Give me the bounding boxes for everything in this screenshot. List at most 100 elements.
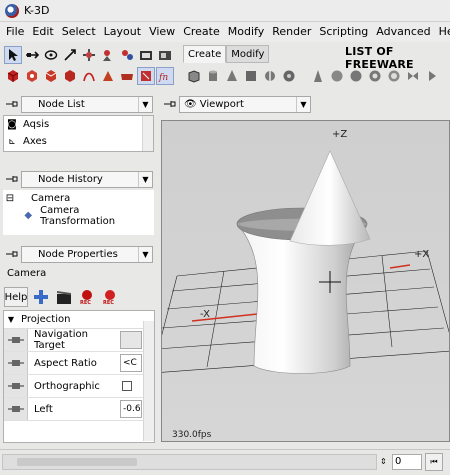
panel-type-select[interactable]: Node Properties ▼ [21, 245, 153, 263]
connector-plug-icon[interactable] [4, 352, 28, 374]
property-scrollbar[interactable] [143, 321, 154, 441]
property-row: Aspect Ratio <C [4, 352, 154, 375]
tab-create[interactable]: Create [183, 45, 227, 63]
node-list-scrollbar[interactable] [142, 116, 153, 151]
menu-create[interactable]: Create [179, 22, 224, 42]
node-list-header: Node List ▼ [3, 95, 155, 113]
menu-advanced[interactable]: Advanced [372, 22, 434, 42]
camera-select-icon[interactable] [156, 46, 174, 64]
torus-icon[interactable] [261, 67, 279, 85]
property-row: Left -0.6 [4, 398, 154, 421]
create-toolbar: fn [4, 65, 174, 87]
scale-icon[interactable] [61, 46, 79, 64]
app-window: K-3D File Edit Select Layout View Create… [0, 0, 450, 475]
record-icon[interactable]: REC [100, 287, 120, 307]
arrow-right-icon[interactable] [423, 67, 441, 85]
tab-modify[interactable]: Modify [226, 45, 270, 63]
aspect-ratio-field[interactable]: <C [120, 354, 142, 372]
help-button[interactable]: Help [4, 287, 28, 307]
cube-icon[interactable] [185, 67, 203, 85]
light-icon[interactable] [99, 67, 117, 85]
panel-type-select[interactable]: Node List ▼ [21, 95, 153, 113]
section-header[interactable]: ▼ Projection [4, 311, 154, 329]
sphere-primitive-icon[interactable] [328, 67, 346, 85]
toolbar-tabs: Create Modify [183, 45, 270, 63]
connector-plug-icon[interactable] [4, 398, 28, 420]
curve-icon[interactable] [80, 67, 98, 85]
menu-scripting[interactable]: Scripting [315, 22, 372, 42]
add-icon[interactable] [31, 287, 51, 307]
property-row: Orthographic [4, 375, 154, 398]
orthographic-checkbox[interactable] [122, 381, 132, 391]
paraboloid-icon[interactable] [366, 67, 384, 85]
tree-item-label: Camera [31, 193, 71, 204]
navigation-target-field[interactable] [120, 331, 142, 349]
tree-item-label: Camera Transformation [40, 204, 116, 227]
collapse-icon[interactable]: ⊟ [3, 193, 17, 204]
menu-view[interactable]: View [145, 22, 179, 42]
disk-icon[interactable] [280, 67, 298, 85]
select-arrow-icon[interactable] [4, 46, 22, 64]
pin-icon[interactable] [3, 96, 21, 112]
properties-toolbar: Help REC REC [4, 287, 120, 307]
spin-arrows-icon[interactable]: ⇕ [380, 454, 390, 470]
pin-icon[interactable] [3, 246, 21, 262]
property-label: Navigation Target [34, 329, 88, 351]
pos-z-label: +Z [332, 129, 347, 140]
tree-item[interactable]: ◆ Camera Transformation [3, 204, 154, 227]
title-bar: K-3D [0, 0, 450, 22]
k3d-logo-icon [5, 4, 19, 18]
window-title: K-3D [24, 4, 50, 17]
bow-icon[interactable] [404, 67, 422, 85]
list-item[interactable]: ◙ Aqsis [4, 116, 153, 133]
panel-type-select[interactable]: Node History ▼ [21, 170, 153, 188]
menu-layout[interactable]: Layout [100, 22, 145, 42]
svg-text:fn: fn [158, 73, 168, 83]
menu-help[interactable]: Help [435, 22, 450, 42]
chevron-down-icon: ▼ [138, 246, 152, 262]
node-history-tree: ⊟ Camera ◆ Camera Transformation [3, 190, 154, 235]
frame-field[interactable]: 0 [392, 454, 422, 470]
camera-icon[interactable] [118, 67, 136, 85]
pin-icon[interactable] [161, 96, 179, 112]
timeline-slider-handle[interactable] [17, 458, 137, 466]
cube-side-icon[interactable] [61, 67, 79, 85]
property-label: Aspect Ratio [34, 357, 97, 369]
cube-top-icon[interactable] [42, 67, 60, 85]
timeline-slider[interactable] [2, 454, 377, 470]
render-animation-icon[interactable] [137, 46, 155, 64]
menu-render[interactable]: Render [268, 22, 315, 42]
record-animation-icon[interactable]: REC [77, 287, 97, 307]
menu-file[interactable]: File [2, 22, 28, 42]
cube-front-icon[interactable] [23, 67, 41, 85]
connector-plug-icon[interactable] [4, 375, 28, 397]
rotate-icon[interactable] [42, 46, 60, 64]
script-icon[interactable]: fn [156, 67, 174, 85]
move-icon[interactable] [23, 46, 41, 64]
render-preview-icon[interactable] [99, 46, 117, 64]
cone-icon[interactable] [223, 67, 241, 85]
menu-edit[interactable]: Edit [28, 22, 57, 42]
snap-icon[interactable] [80, 46, 98, 64]
connector-plug-icon[interactable] [4, 329, 28, 351]
menu-modify[interactable]: Modify [224, 22, 268, 42]
expander-icon[interactable]: ▼ [4, 315, 18, 324]
list-item-label: Axes [23, 136, 47, 147]
list-item[interactable]: ⊾ Axes [4, 133, 153, 150]
cube-red-icon[interactable] [4, 67, 22, 85]
left-field[interactable]: -0.6 [120, 400, 142, 418]
panel-type-select[interactable]: 👁 Viewport ▼ [179, 95, 311, 113]
pin-icon[interactable] [3, 171, 21, 187]
cone-primitive-icon[interactable] [309, 67, 327, 85]
menu-select[interactable]: Select [58, 22, 100, 42]
first-frame-icon[interactable]: ⏮ [425, 453, 443, 471]
render-frame-icon[interactable] [118, 46, 136, 64]
cylinder-icon[interactable] [204, 67, 222, 85]
torus-primitive-icon[interactable] [385, 67, 403, 85]
viewport-canvas[interactable]: +Z +X -X 330.0fps [161, 120, 450, 442]
sphere-icon[interactable] [242, 67, 260, 85]
material-icon[interactable] [137, 67, 155, 85]
hyperboloid-icon[interactable] [347, 67, 365, 85]
clapper-icon[interactable] [54, 287, 74, 307]
chevron-down-icon: ▼ [296, 96, 310, 112]
